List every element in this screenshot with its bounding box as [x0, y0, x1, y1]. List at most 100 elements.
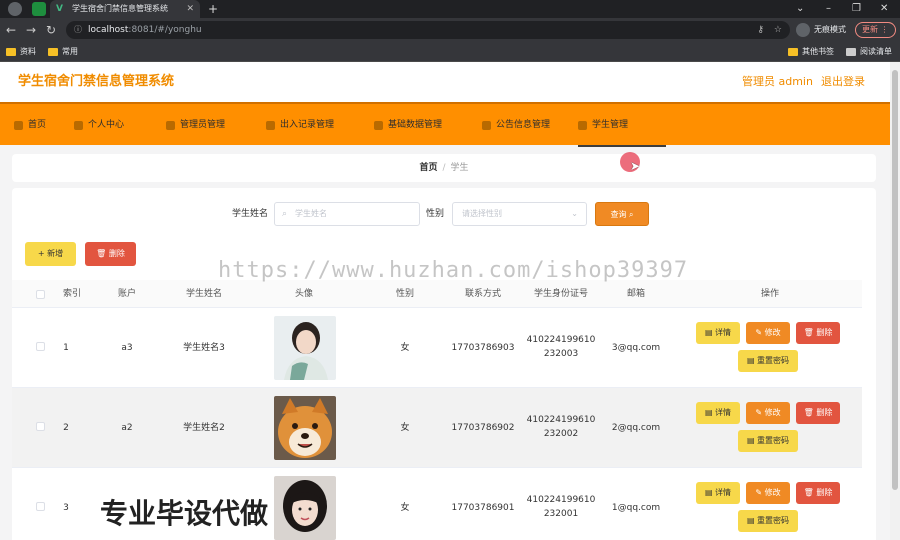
- cell-gender: 女: [400, 423, 410, 433]
- address-bar-row: ← → ↻ ⓘ localhost:8081/#/yonghu ⚷ ☆ 无痕模式…: [0, 18, 900, 42]
- browser-tab[interactable]: V 学生宿舍门禁信息管理系统 ✕: [50, 0, 200, 18]
- delete-button[interactable]: 🗑 删除: [796, 402, 840, 424]
- search-icon: ⌕: [629, 210, 634, 219]
- name-filter-label: 学生姓名: [232, 209, 269, 219]
- announcement-icon: [482, 121, 491, 130]
- incognito-label: 无痕模式: [814, 25, 846, 34]
- cell-account: a2: [121, 423, 133, 433]
- delete-button[interactable]: 🗑 删除: [796, 322, 840, 344]
- site-title: 学生宿舍门禁信息管理系统: [18, 74, 175, 89]
- other-bookmarks[interactable]: 其他书签: [788, 45, 834, 59]
- search-icon: ⌕: [282, 209, 288, 219]
- cell-id-line2: 232001: [543, 509, 579, 519]
- key-icon[interactable]: ⚷: [757, 21, 764, 39]
- query-label: 查询: [610, 210, 627, 219]
- query-button[interactable]: 查询 ⌕: [595, 202, 649, 226]
- reading-list-icon: [846, 48, 856, 56]
- menu-item-access-records[interactable]: 出入记录管理: [266, 104, 334, 147]
- url-bar[interactable]: ⓘ localhost:8081/#/yonghu ⚷ ☆: [66, 21, 790, 39]
- cell-gender: 女: [400, 343, 410, 353]
- watermark-text: https://www.huzhan.com/ishop39397: [218, 258, 689, 283]
- folder-icon: [48, 48, 58, 56]
- scrollbar-thumb[interactable]: [892, 70, 898, 490]
- cell-phone: 17703786903: [451, 343, 515, 353]
- detail-button[interactable]: ▤ 详情: [696, 482, 740, 504]
- breadcrumb: 首页 / 学生: [12, 154, 876, 182]
- row-checkbox[interactable]: [36, 502, 45, 511]
- row-checkbox[interactable]: [36, 342, 45, 351]
- name-search-input[interactable]: ⌕ 学生姓名: [274, 202, 420, 226]
- forward-icon[interactable]: →: [26, 22, 36, 38]
- detail-button[interactable]: ▤ 详情: [696, 402, 740, 424]
- cell-index: 3: [63, 503, 69, 513]
- gender-select-placeholder: 请选择性别: [462, 209, 502, 218]
- menu-item-profile[interactable]: 个人中心: [74, 104, 124, 147]
- back-icon[interactable]: ←: [6, 22, 16, 38]
- browser-menu-icon[interactable]: [8, 2, 22, 16]
- menu-item-students[interactable]: 学生管理: [578, 104, 666, 147]
- user-icon: [74, 121, 83, 130]
- url-host: localhost: [88, 25, 129, 35]
- detail-button[interactable]: ▤ 详情: [696, 322, 740, 344]
- select-all-checkbox[interactable]: [36, 290, 45, 299]
- row-checkbox[interactable]: [36, 422, 45, 431]
- edit-button[interactable]: ✎ 修改: [746, 322, 790, 344]
- vue-logo-icon: V: [56, 4, 63, 14]
- cell-index: 1: [63, 343, 69, 353]
- cell-name: 学生姓名2: [183, 423, 225, 433]
- star-icon[interactable]: ☆: [774, 21, 782, 39]
- table-row: 1 a3 学生姓名3 女 17703786903 410224199610 23…: [12, 308, 862, 388]
- info-icon[interactable]: ⓘ: [74, 21, 82, 39]
- menu-item-admin[interactable]: 管理员管理: [166, 104, 225, 147]
- browser-tab-bar: V 学生宿舍门禁信息管理系统 ✕ + ⌄ – ❐ ✕: [0, 0, 900, 18]
- new-tab-icon[interactable]: +: [208, 0, 218, 18]
- menu-item-home[interactable]: 首页: [14, 104, 46, 147]
- add-button[interactable]: + 新增: [25, 242, 76, 266]
- cell-phone: 17703786902: [451, 423, 515, 433]
- tab-close-icon[interactable]: ✕: [186, 0, 194, 18]
- col-name: 学生姓名: [185, 289, 222, 299]
- delete-button[interactable]: 🗑 删除: [796, 482, 840, 504]
- maximize-icon[interactable]: ❐: [852, 0, 861, 18]
- avatar-girl-portrait: [274, 476, 336, 540]
- admin-icon: [166, 121, 175, 130]
- logout-link[interactable]: 退出登录: [821, 75, 865, 89]
- col-id-number: 学生身份证号: [533, 289, 588, 299]
- minimize-icon[interactable]: –: [826, 0, 831, 18]
- breadcrumb-home[interactable]: 首页: [419, 163, 437, 173]
- edit-button[interactable]: ✎ 修改: [746, 482, 790, 504]
- avatar-shiba-dog: [274, 396, 336, 460]
- cell-id-line1: 410224199610: [526, 495, 596, 505]
- cell-gender: 女: [400, 503, 410, 513]
- table-header: 索引 账户 学生姓名 头像 性别 联系方式 学生身份证号 邮箱 操作: [12, 280, 862, 308]
- edit-button[interactable]: ✎ 修改: [746, 402, 790, 424]
- cell-index: 2: [63, 423, 69, 433]
- reload-icon[interactable]: ↻: [46, 22, 56, 38]
- promo-overlay-text: 专业毕设代做: [100, 497, 269, 530]
- bulk-delete-button[interactable]: 🗑 删除: [85, 242, 136, 266]
- reset-password-button[interactable]: ▤ 重置密码: [738, 510, 798, 532]
- mouse-cursor-icon: ➤: [630, 159, 641, 173]
- cell-phone: 17703786901: [451, 503, 515, 513]
- tab-title: 学生宿舍门禁信息管理系统: [72, 4, 168, 13]
- door-icon: [266, 121, 275, 130]
- reset-password-button[interactable]: ▤ 重置密码: [738, 350, 798, 372]
- menu-item-base-data[interactable]: 基础数据管理: [374, 104, 442, 147]
- menu-item-announcements[interactable]: 公告信息管理: [482, 104, 550, 147]
- incognito-indicator[interactable]: 无痕模式: [796, 22, 846, 38]
- bookmark-item[interactable]: 资料: [6, 45, 36, 59]
- add-label: 新增: [47, 249, 64, 258]
- col-avatar: 头像: [294, 289, 313, 299]
- green-app-icon[interactable]: [32, 2, 46, 16]
- bookmark-item[interactable]: 常用: [48, 45, 78, 59]
- reset-password-button[interactable]: ▤ 重置密码: [738, 430, 798, 452]
- cell-id-line1: 410224199610: [526, 415, 596, 425]
- col-account: 账户: [117, 289, 136, 299]
- folder-icon: [6, 48, 16, 56]
- gender-select[interactable]: 请选择性别 ⌄: [452, 202, 587, 226]
- cell-email: 1@qq.com: [611, 503, 661, 513]
- update-button[interactable]: 更新 ⋮: [855, 22, 896, 38]
- tab-search-icon[interactable]: ⌄: [796, 0, 804, 18]
- close-window-icon[interactable]: ✕: [880, 0, 888, 18]
- reading-list[interactable]: 阅读清单: [846, 45, 892, 59]
